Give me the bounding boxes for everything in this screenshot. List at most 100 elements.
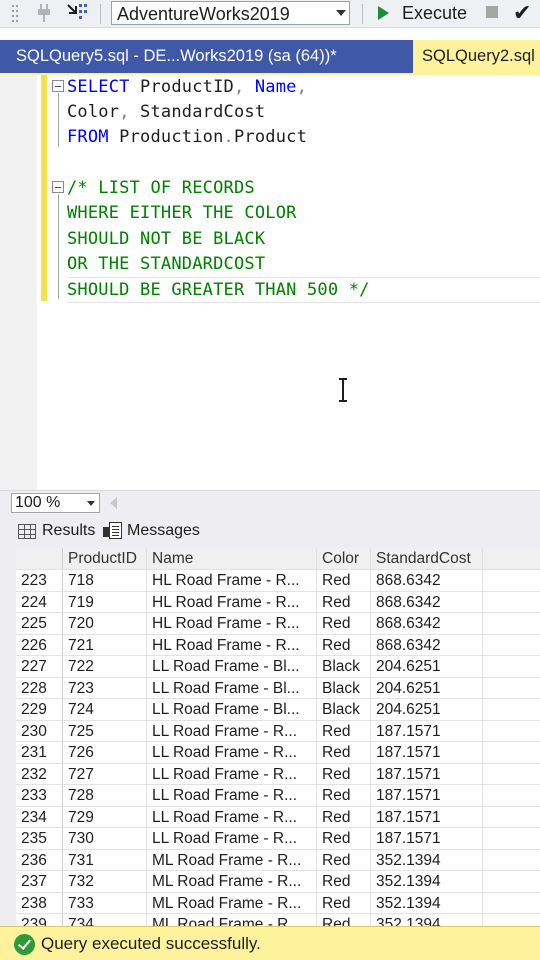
table-cell[interactable]: Red [317, 914, 371, 926]
table-cell[interactable]: 725 [63, 720, 147, 741]
table-cell[interactable]: Black [317, 699, 371, 720]
table-row[interactable]: 225 720 HL Road Frame - R... Red 868.6342 [16, 613, 540, 635]
column-header[interactable]: StandardCost [371, 548, 483, 569]
table-cell[interactable]: 724 [63, 699, 147, 720]
table-cell[interactable]: 187.1571 [371, 720, 483, 741]
table-cell[interactable]: ML Road Frame - R... [147, 892, 317, 913]
table-cell[interactable]: Red [317, 785, 371, 806]
table-cell[interactable]: 868.6342 [371, 570, 483, 591]
table-row[interactable]: 231 726 LL Road Frame - R... Red 187.1571 [16, 742, 540, 764]
table-cell[interactable]: LL Road Frame - Bl... [147, 699, 317, 720]
table-cell[interactable]: LL Road Frame - R... [147, 828, 317, 849]
table-cell[interactable]: 187.1571 [371, 828, 483, 849]
table-cell[interactable]: 728 [63, 785, 147, 806]
table-row[interactable]: 239 734 ML Road Frame - R... Red 352.1394 [16, 914, 540, 926]
table-cell[interactable]: 187.1571 [371, 806, 483, 827]
table-row[interactable]: 235 730 LL Road Frame - R... Red 187.1571 [16, 828, 540, 850]
table-cell[interactable]: LL Road Frame - R... [147, 763, 317, 784]
row-number[interactable]: 231 [16, 742, 63, 763]
table-cell[interactable]: LL Road Frame - R... [147, 806, 317, 827]
table-cell[interactable]: ML Road Frame - R... [147, 871, 317, 892]
table-cell[interactable]: 352.1394 [371, 849, 483, 870]
table-row[interactable]: 238 733 ML Road Frame - R... Red 352.1394 [16, 892, 540, 914]
table-cell[interactable]: Red [317, 720, 371, 741]
table-cell[interactable]: 730 [63, 828, 147, 849]
table-cell[interactable]: ML Road Frame - R... [147, 849, 317, 870]
table-cell[interactable]: 868.6342 [371, 591, 483, 612]
row-number[interactable]: 227 [16, 656, 63, 677]
table-cell[interactable]: 733 [63, 892, 147, 913]
table-cell[interactable]: 187.1571 [371, 785, 483, 806]
row-number[interactable]: 235 [16, 828, 63, 849]
table-cell[interactable]: 204.6251 [371, 656, 483, 677]
table-row[interactable]: 237 732 ML Road Frame - R... Red 352.1394 [16, 871, 540, 893]
row-number[interactable]: 237 [16, 871, 63, 892]
column-header[interactable] [16, 548, 63, 569]
zoom-select[interactable]: 100 % [11, 493, 100, 513]
row-number[interactable]: 224 [16, 591, 63, 612]
table-cell[interactable]: 732 [63, 871, 147, 892]
column-header[interactable]: Color [317, 548, 371, 569]
table-cell[interactable]: Red [317, 613, 371, 634]
tab-messages[interactable]: Messages [103, 518, 200, 544]
tab-sqlquery2[interactable]: SQLQuery2.sql [413, 40, 540, 73]
execute-button[interactable]: Execute [372, 1, 467, 25]
table-cell[interactable]: 727 [63, 763, 147, 784]
table-cell[interactable]: 868.6342 [371, 634, 483, 655]
table-cell[interactable]: Red [317, 849, 371, 870]
row-number[interactable]: 236 [16, 849, 63, 870]
table-cell[interactable]: 721 [63, 634, 147, 655]
table-cell[interactable]: 729 [63, 806, 147, 827]
table-cell[interactable]: Black [317, 656, 371, 677]
table-cell[interactable]: LL Road Frame - R... [147, 720, 317, 741]
table-cell[interactable]: Black [317, 677, 371, 698]
row-number[interactable]: 232 [16, 763, 63, 784]
fold-collapse-icon[interactable] [52, 181, 64, 193]
row-number[interactable]: 225 [16, 613, 63, 634]
table-cell[interactable]: LL Road Frame - R... [147, 785, 317, 806]
table-cell[interactable]: 726 [63, 742, 147, 763]
table-cell[interactable]: Red [317, 591, 371, 612]
table-cell[interactable]: 352.1394 [371, 914, 483, 926]
table-cell[interactable]: Red [317, 742, 371, 763]
table-row[interactable]: 236 731 ML Road Frame - R... Red 352.1394 [16, 849, 540, 871]
table-cell[interactable]: 187.1571 [371, 742, 483, 763]
table-cell[interactable]: 731 [63, 849, 147, 870]
table-row[interactable]: 228 723 LL Road Frame - Bl... Black 204.6251 [16, 677, 540, 699]
table-cell[interactable]: 352.1394 [371, 871, 483, 892]
column-header[interactable]: Name [147, 548, 317, 569]
scroll-left-icon[interactable] [110, 497, 117, 509]
database-select[interactable]: AdventureWorks2019 [111, 1, 350, 25]
row-number[interactable]: 230 [16, 720, 63, 741]
table-cell[interactable]: Red [317, 892, 371, 913]
table-cell[interactable]: ML Road Frame - R... [147, 914, 317, 926]
table-cell[interactable]: 352.1394 [371, 892, 483, 913]
table-cell[interactable]: 723 [63, 677, 147, 698]
table-cell[interactable]: Red [317, 806, 371, 827]
table-cell[interactable]: 187.1571 [371, 763, 483, 784]
stop-icon[interactable] [486, 6, 498, 18]
column-header[interactable]: ProductID [63, 548, 147, 569]
table-cell[interactable]: 722 [63, 656, 147, 677]
table-row[interactable]: 229 724 LL Road Frame - Bl... Black 204.6251 [16, 699, 540, 721]
table-row[interactable]: 224 719 HL Road Frame - R... Red 868.6342 [16, 591, 540, 613]
row-number[interactable]: 234 [16, 806, 63, 827]
table-cell[interactable]: Red [317, 634, 371, 655]
table-cell[interactable]: LL Road Frame - Bl... [147, 677, 317, 698]
query-editor[interactable]: SELECT ProductID, Name, Color, StandardCo… [0, 75, 540, 490]
table-cell[interactable]: 734 [63, 914, 147, 926]
table-cell[interactable]: LL Road Frame - R... [147, 742, 317, 763]
table-cell[interactable]: Red [317, 828, 371, 849]
row-number[interactable]: 239 [16, 914, 63, 926]
row-number[interactable]: 223 [16, 570, 63, 591]
table-row[interactable]: 230 725 LL Road Frame - R... Red 187.1571 [16, 720, 540, 742]
table-cell[interactable]: HL Road Frame - R... [147, 591, 317, 612]
table-cell[interactable]: HL Road Frame - R... [147, 634, 317, 655]
table-cell[interactable]: Red [317, 570, 371, 591]
table-row[interactable]: 226 721 HL Road Frame - R... Red 868.6342 [16, 634, 540, 656]
table-row[interactable]: 223 718 HL Road Frame - R... Red 868.6342 [16, 570, 540, 592]
tab-results[interactable]: Results [18, 518, 95, 544]
table-cell[interactable]: 204.6251 [371, 677, 483, 698]
parse-check-icon[interactable]: ✔ [513, 0, 531, 26]
table-cell[interactable]: 718 [63, 570, 147, 591]
